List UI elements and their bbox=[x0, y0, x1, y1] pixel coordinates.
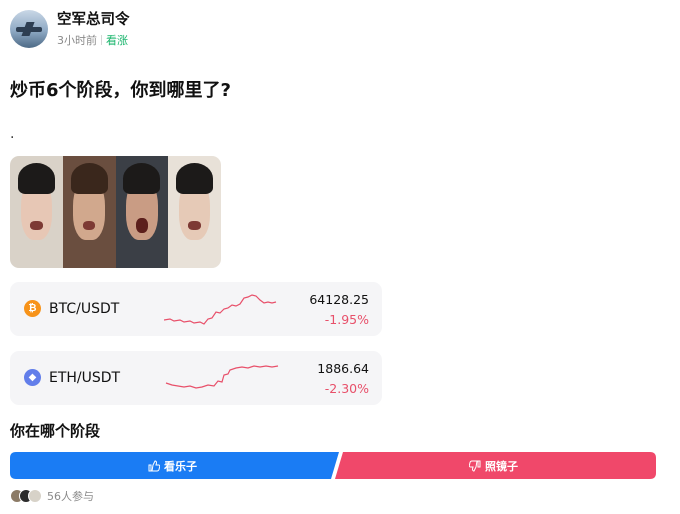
meme-panel-4 bbox=[168, 156, 221, 268]
ticker-symbol: ETH/USDT bbox=[49, 370, 121, 386]
participant-avatar bbox=[28, 489, 42, 503]
author-name[interactable]: 空军总司令 bbox=[57, 11, 130, 29]
vote-up-label: 看乐子 bbox=[164, 459, 197, 473]
meme-panel-3 bbox=[115, 156, 169, 268]
post-body: . bbox=[10, 126, 15, 142]
ticker-card-btc[interactable]: ₿ BTC/USDT 64128.25 -1.95% bbox=[10, 282, 382, 336]
ticker-price: 64128.25 bbox=[309, 292, 369, 307]
vote-down-label: 照镜子 bbox=[485, 459, 518, 473]
poll-vote-bar: 看乐子 照镜子 bbox=[10, 452, 656, 479]
meme-panel-1 bbox=[10, 156, 63, 268]
ticker-symbol: BTC/USDT bbox=[49, 301, 120, 317]
post-time: 3小时前 bbox=[57, 33, 97, 47]
ticker-change: -2.30% bbox=[324, 381, 369, 396]
thumbs-down-icon bbox=[469, 460, 481, 471]
jet-icon bbox=[16, 27, 42, 32]
bitcoin-icon: ₿ bbox=[24, 300, 41, 317]
ticker-card-eth[interactable]: ◆ ETH/USDT 1886.64 -2.30% bbox=[10, 351, 382, 405]
poll-participants[interactable]: 56人参与 bbox=[10, 488, 94, 504]
post-subline: 3小时前 看涨 bbox=[57, 32, 130, 48]
ticker-change: -1.95% bbox=[324, 312, 369, 327]
divider bbox=[101, 34, 102, 45]
vote-down-button[interactable]: 照镜子 bbox=[331, 452, 656, 479]
poll-question: 你在哪个阶段 bbox=[10, 422, 101, 440]
vote-up-button[interactable]: 看乐子 bbox=[10, 452, 335, 479]
sentiment-tag: 看涨 bbox=[106, 33, 128, 47]
meme-image[interactable] bbox=[10, 156, 221, 268]
sparkline-chart bbox=[164, 294, 277, 325]
thumbs-up-icon bbox=[148, 460, 160, 471]
ticker-price: 1886.64 bbox=[317, 361, 369, 376]
meme-panel-2 bbox=[62, 156, 116, 268]
participant-count: 56人参与 bbox=[47, 490, 94, 503]
post-title: 炒币6个阶段，你到哪里了? bbox=[10, 80, 231, 101]
avatar[interactable] bbox=[10, 10, 48, 48]
post-header: 空军总司令 3小时前 看涨 bbox=[10, 8, 130, 50]
ethereum-icon: ◆ bbox=[24, 369, 41, 386]
post-meta: 空军总司令 3小时前 看涨 bbox=[57, 11, 130, 48]
sparkline-chart bbox=[165, 365, 279, 389]
